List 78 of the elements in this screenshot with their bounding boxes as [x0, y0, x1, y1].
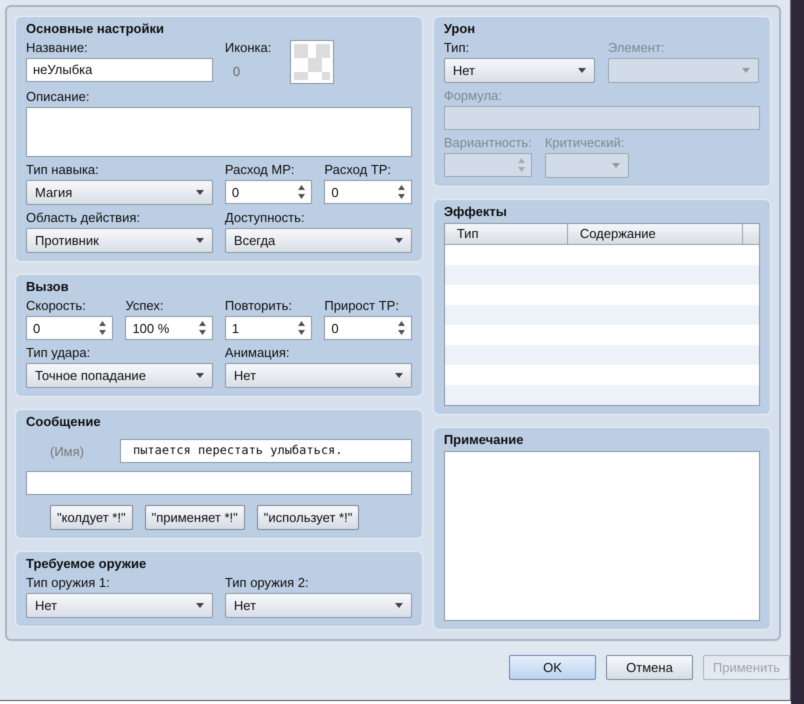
icon-index: 0	[232, 64, 240, 78]
dropdown[interactable]: Нет	[26, 593, 213, 618]
section-title: Примечание	[444, 432, 524, 447]
field-label: Критический:	[544, 135, 626, 150]
spin-arrows-icon	[99, 321, 106, 335]
field-label: Доступность:	[224, 210, 306, 225]
field-label: Прирост TP:	[324, 298, 400, 313]
section-title: Основные настройки	[26, 21, 165, 36]
caret-icon	[394, 373, 403, 378]
section-title: Эффекты	[444, 204, 508, 219]
section-title: Сообщение	[26, 414, 102, 429]
field-label: Скорость:	[26, 298, 87, 313]
name-field[interactable]: неУлыбка	[26, 58, 213, 82]
spin-arrows-icon	[518, 158, 525, 172]
field-label: Расход TP:	[324, 162, 392, 177]
message-field[interactable]	[26, 471, 412, 495]
spin-box[interactable]: 0	[324, 180, 412, 204]
field-label: Расход MP:	[224, 162, 296, 177]
field-label: Тип навыка:	[26, 162, 100, 177]
field-label: Формула:	[444, 88, 503, 103]
spin-box[interactable]: 0	[26, 316, 114, 340]
dropdown[interactable]: Магия	[26, 180, 213, 205]
actor-name-label: (Имя)	[50, 444, 84, 458]
dropdown[interactable]: Нет	[224, 593, 412, 618]
dropdown[interactable]: Нет	[444, 58, 595, 83]
caret-icon	[394, 603, 403, 608]
spin-arrows-icon	[298, 185, 306, 199]
section-title: Вызов	[26, 279, 70, 294]
insert-text-button[interactable]: "колдует *!"	[50, 505, 133, 530]
spin-arrows-icon	[298, 321, 306, 335]
dropdown[interactable]: Всегда	[224, 228, 412, 253]
spin-arrows-icon	[198, 321, 206, 335]
dialog-button[interactable]: OK	[509, 655, 596, 680]
field-label: Успех:	[125, 298, 164, 313]
field-label: Описание:	[26, 89, 90, 104]
table-row[interactable]	[444, 345, 759, 365]
insert-text-button[interactable]: "применяет *!"	[144, 505, 245, 530]
field-label: Элемент:	[608, 40, 666, 55]
column-header[interactable]: Тип	[444, 224, 568, 244]
field-label: Иконка:	[224, 40, 272, 55]
insert-text-button[interactable]: "использует *!"	[256, 505, 360, 530]
table-row[interactable]	[444, 265, 759, 285]
caret-icon	[742, 68, 750, 73]
field-label: Тип удара:	[26, 345, 92, 360]
dropdown[interactable]: Противник	[26, 228, 213, 253]
dropdown[interactable]: Нет	[224, 363, 412, 388]
spin-box[interactable]: 100 %	[125, 316, 213, 340]
field-label: Вариантность:	[444, 135, 532, 150]
caret-icon	[394, 238, 403, 243]
field-label: Анимация:	[224, 345, 291, 360]
caret-icon	[196, 238, 204, 243]
section-title: Требуемое оружие	[26, 556, 148, 571]
caret-icon	[196, 603, 204, 608]
field-label: Повторить:	[224, 298, 293, 313]
section-title: Урон	[444, 21, 476, 36]
spin-box[interactable]: 0	[224, 180, 312, 204]
caret-icon	[612, 163, 620, 168]
caret-icon	[578, 68, 586, 73]
field-label: Область действия:	[26, 210, 141, 225]
spin-box[interactable]: 0	[324, 316, 412, 340]
spin-arrows-icon	[398, 185, 405, 199]
field-label: Тип оружия 2:	[224, 575, 310, 590]
icon-preview[interactable]	[290, 40, 334, 84]
spin-box[interactable]: 1	[224, 316, 312, 340]
dropdown[interactable]: Точное попадание	[26, 363, 213, 388]
column-header[interactable]: Содержание	[568, 224, 743, 244]
dialog-button[interactable]: Отмена	[606, 655, 693, 680]
field-label: Тип:	[444, 40, 470, 55]
caret-icon	[196, 190, 204, 195]
caret-icon	[196, 373, 204, 378]
description-field[interactable]	[26, 107, 412, 157]
field-label: Название:	[26, 40, 89, 55]
table-row[interactable]	[444, 305, 759, 325]
message-field[interactable]: пытается перестать улыбаться.	[120, 439, 412, 463]
table-row[interactable]	[444, 385, 759, 405]
spin-arrows-icon	[398, 321, 405, 335]
field-label: Тип оружия 1:	[26, 575, 111, 590]
note-field[interactable]	[444, 451, 760, 621]
